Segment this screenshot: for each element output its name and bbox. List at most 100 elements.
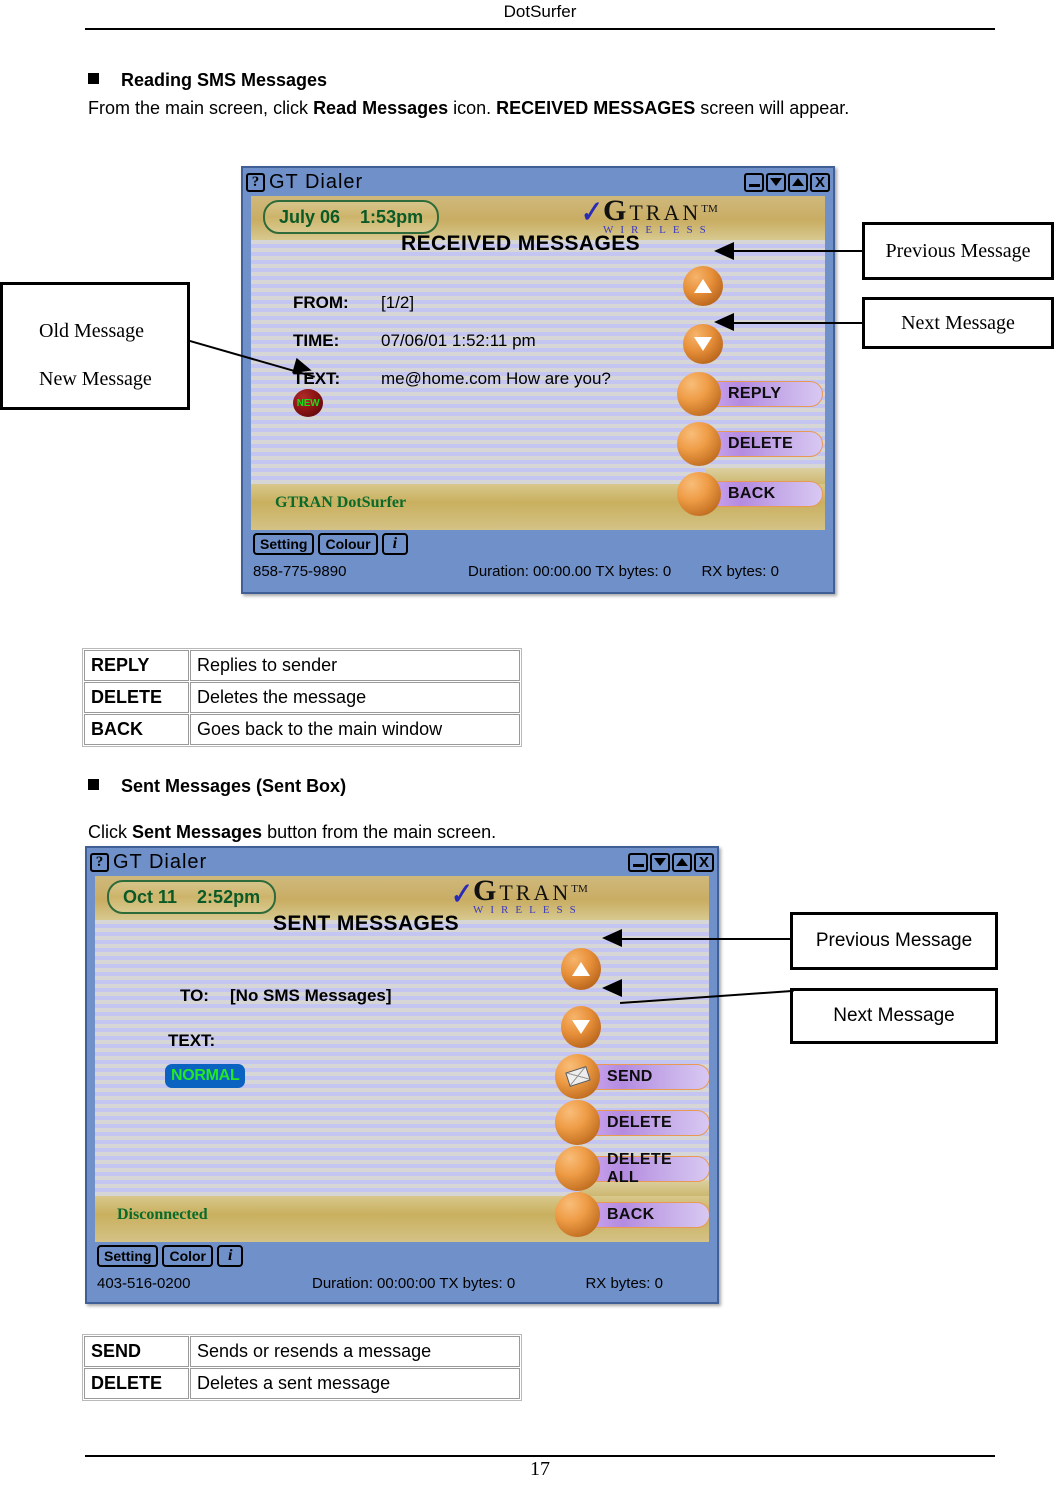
previous-arrowhead-1 bbox=[714, 242, 734, 260]
section2-heading: Sent Messages (Sent Box) bbox=[88, 776, 346, 797]
received-titlebar: ? GT Dialer X bbox=[243, 168, 833, 196]
from-label: FROM: bbox=[293, 293, 349, 312]
window-title: GT Dialer bbox=[113, 850, 208, 873]
section2-heading-text: Sent Messages (Sent Box) bbox=[121, 776, 347, 796]
received-status-word: GTRAN DotSurfer bbox=[275, 494, 407, 511]
gt-dialer-received-window[interactable]: ? GT Dialer X July 06 1:53pm GTRANTM WIRE… bbox=[241, 166, 835, 594]
received-time: 1:53pm bbox=[360, 206, 424, 227]
delete-ball-icon bbox=[677, 422, 721, 466]
sent-screen-title: SENT MESSAGES bbox=[273, 912, 460, 935]
back-ball-icon bbox=[677, 472, 721, 516]
maximize-up-icon[interactable] bbox=[672, 852, 692, 872]
next-arrowhead-2 bbox=[602, 979, 622, 997]
help-icon[interactable]: ? bbox=[90, 852, 109, 872]
minimize-icon[interactable] bbox=[744, 172, 764, 192]
to-value: [No SMS Messages] bbox=[230, 986, 392, 1005]
table-row: SEND Sends or resends a message bbox=[84, 1336, 520, 1367]
sent-statusbar: 403-516-0200 Duration: 00:00:00 TX bytes… bbox=[97, 1275, 707, 1292]
delete-button[interactable]: DELETE bbox=[555, 1100, 709, 1145]
received-screen: July 06 1:53pm GTRANTM WIRELESS ✓ RECEIVE… bbox=[251, 196, 825, 530]
sent-titlebar: ? GT Dialer X bbox=[87, 848, 717, 876]
delete-all-button[interactable]: DELETE ALL bbox=[555, 1146, 709, 1191]
gt-dialer-sent-window[interactable]: ? GT Dialer X Oct 11 2:52pm GTRANTM WIREL… bbox=[85, 846, 719, 1304]
table-row: DELETE Deletes the message bbox=[84, 682, 520, 713]
old-new-message-callout: Old Message New Message bbox=[0, 282, 190, 410]
s1-p4: screen will appear. bbox=[695, 98, 850, 118]
back-button[interactable]: BACK bbox=[677, 472, 823, 516]
gtran-rest: TRAN bbox=[629, 200, 702, 225]
sent-datetime-pill: Oct 11 2:52pm bbox=[107, 880, 277, 914]
send-button[interactable]: SEND bbox=[555, 1054, 709, 1099]
sent-tool-buttons: Setting Color i bbox=[97, 1245, 707, 1267]
back-label: BACK bbox=[584, 1201, 709, 1228]
next-message-button[interactable] bbox=[683, 324, 723, 364]
help-icon[interactable]: ? bbox=[246, 172, 265, 192]
back-ball-icon bbox=[555, 1192, 600, 1237]
s1-p2: icon. bbox=[448, 98, 497, 118]
delete-all-ball-icon bbox=[555, 1146, 600, 1191]
previous-message-button[interactable] bbox=[561, 948, 601, 990]
gtran-g: G bbox=[603, 196, 630, 227]
minimize-icon[interactable] bbox=[628, 852, 648, 872]
sent-date: Oct 11 bbox=[123, 886, 178, 907]
chevron-down-icon bbox=[572, 1020, 590, 1034]
s1-p0: From the main screen, click bbox=[88, 98, 314, 118]
section1-heading-text: Reading SMS Messages bbox=[121, 70, 328, 90]
setting-button[interactable]: Setting bbox=[97, 1245, 159, 1267]
setting-button[interactable]: Setting bbox=[253, 533, 315, 555]
next-message-callout-1: Next Message bbox=[862, 297, 1054, 349]
received-phone-number: 858-775-9890 bbox=[253, 563, 347, 580]
reply-button[interactable]: REPLY bbox=[677, 372, 823, 416]
close-icon[interactable]: X bbox=[810, 172, 830, 192]
row-key: SEND bbox=[84, 1336, 189, 1367]
colour-button[interactable]: Colour bbox=[318, 533, 378, 555]
received-duration: Duration: 00:00.00 TX bytes: 0 bbox=[468, 563, 672, 580]
restore-down-icon[interactable] bbox=[650, 852, 670, 872]
normal-priority-badge: NORMAL bbox=[165, 1064, 246, 1088]
row-value: Sends or resends a message bbox=[190, 1336, 520, 1367]
row-value: Deletes a sent message bbox=[190, 1368, 520, 1399]
bullet-square-icon bbox=[88, 73, 99, 84]
window-buttons: X bbox=[628, 852, 714, 872]
window-buttons: X bbox=[744, 172, 830, 192]
previous-message-callout-1: Previous Message bbox=[862, 222, 1054, 280]
maximize-up-icon[interactable] bbox=[788, 172, 808, 192]
received-statusbar: 858-775-9890 Duration: 00:00.00 TX bytes… bbox=[253, 563, 823, 580]
text-label: TEXT: bbox=[293, 369, 341, 388]
next-message-button[interactable] bbox=[561, 1006, 601, 1048]
row-key: DELETE bbox=[84, 1368, 189, 1399]
close-icon[interactable]: X bbox=[694, 852, 714, 872]
previous-arrowhead-2 bbox=[602, 929, 622, 947]
restore-down-icon[interactable] bbox=[766, 172, 786, 192]
new-message-label: New Message bbox=[39, 368, 152, 390]
section1-paragraph: From the main screen, click Read Message… bbox=[88, 98, 849, 119]
s1-p3: RECEIVED MESSAGES bbox=[496, 98, 696, 118]
send-label: SEND bbox=[584, 1063, 709, 1090]
next-message-callout-2: Next Message bbox=[790, 988, 998, 1044]
gtran-wordmark: GTRANTM bbox=[473, 876, 588, 906]
previous-message-button[interactable] bbox=[683, 266, 723, 306]
old-message-label: Old Message bbox=[39, 320, 144, 342]
info-button[interactable]: i bbox=[381, 533, 409, 555]
gtran-wireless-sub: WIRELESS bbox=[473, 904, 583, 916]
time-value: 07/06/01 1:52:11 pm bbox=[381, 331, 536, 350]
row-key: BACK bbox=[84, 714, 189, 745]
delete-button[interactable]: DELETE bbox=[677, 422, 823, 466]
back-button[interactable]: BACK bbox=[555, 1192, 709, 1237]
sent-status-word: Disconnected bbox=[117, 1206, 208, 1223]
sent-duration: Duration: 00:00:00 TX bytes: 0 bbox=[312, 1275, 516, 1292]
table-row: BACK Goes back to the main window bbox=[84, 714, 520, 745]
chevron-down-icon bbox=[694, 337, 712, 351]
sent-text-label: TEXT: bbox=[168, 1031, 216, 1050]
document-title: DotSurfer bbox=[503, 2, 577, 21]
time-label: TIME: bbox=[293, 331, 340, 350]
info-button[interactable]: i bbox=[217, 1245, 244, 1267]
s2-p0: Click bbox=[88, 822, 132, 842]
to-label: TO: bbox=[180, 986, 209, 1005]
color-button[interactable]: Color bbox=[162, 1245, 214, 1267]
sent-bottom-chrome: Setting Color i 403-516-0200 Duration: 0… bbox=[87, 1242, 717, 1296]
window-title: GT Dialer bbox=[269, 170, 364, 193]
reply-ball-icon bbox=[677, 372, 721, 416]
delete-ball-icon bbox=[555, 1100, 600, 1145]
received-bottom-chrome: Setting Colour i 858-775-9890 Duration: … bbox=[243, 530, 833, 584]
